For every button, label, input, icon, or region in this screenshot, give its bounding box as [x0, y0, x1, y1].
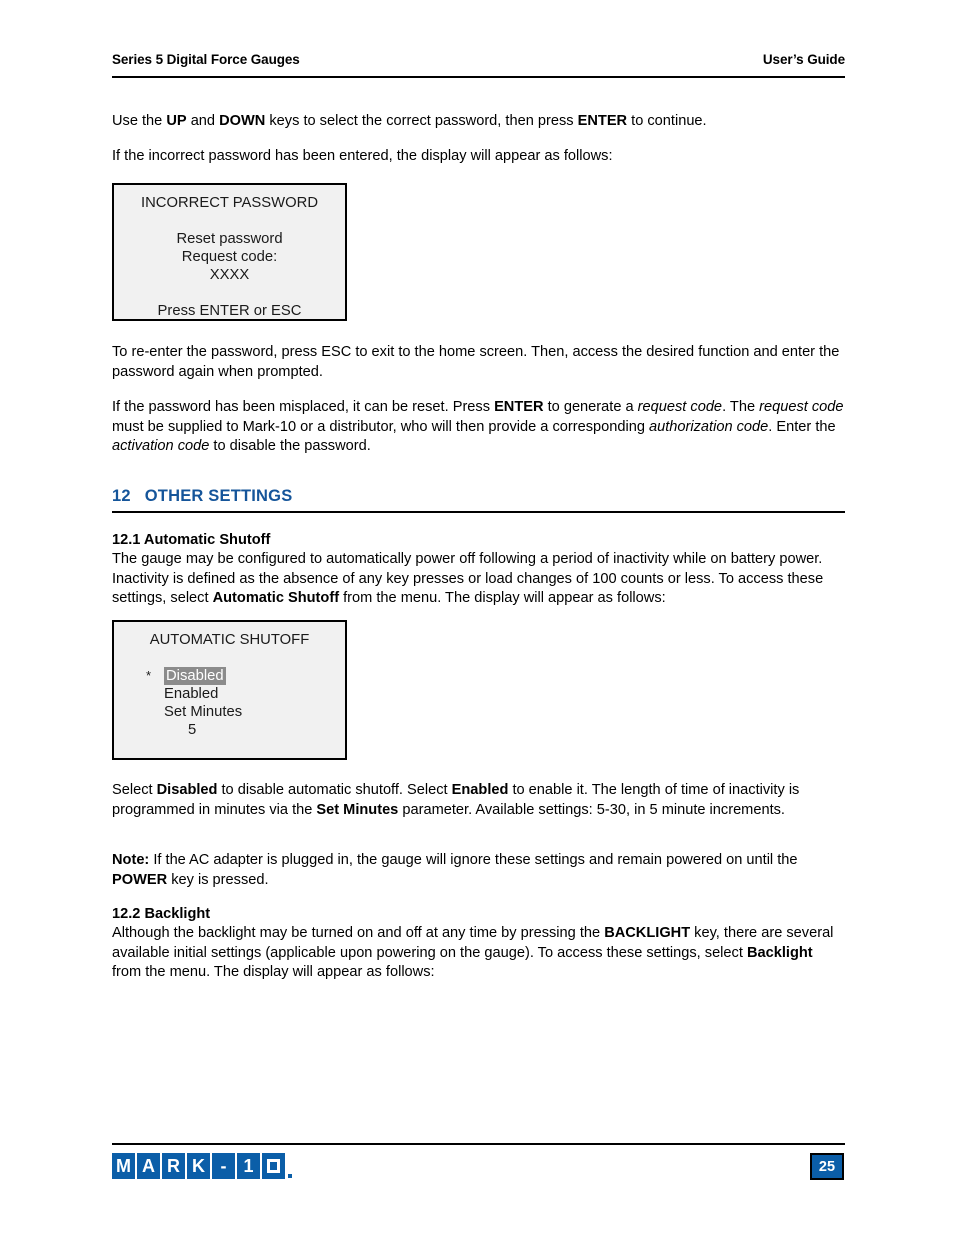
key-enter: ENTER — [494, 399, 544, 415]
paragraph-up-down-keys: Use the UP and DOWN keys to select the c… — [112, 112, 845, 132]
text-run: Select — [112, 782, 157, 798]
lcd-line-reset-password: Reset password — [176, 231, 283, 247]
text-run: to generate a — [543, 399, 638, 415]
lcd-option-set-minutes[interactable]: Set Minutes — [164, 703, 242, 721]
text-run: must be supplied to Mark-10 or a distrib… — [112, 418, 650, 435]
option-disabled: Disabled — [156, 782, 218, 798]
text-run: to disable automatic shutoff. Select — [217, 782, 452, 798]
note-label: Note: — [112, 852, 150, 868]
registered-mark-icon — [288, 1174, 292, 1178]
section-heading-12: 12 OTHER SETTINGS — [112, 487, 845, 506]
logo-digit-one: 1 — [237, 1153, 260, 1179]
logo-letter-m: M — [112, 1153, 135, 1179]
lcd-spacer — [114, 284, 345, 302]
header-left-title: Series 5 Digital Force Gauges — [112, 52, 300, 67]
key-enter: ENTER — [577, 113, 628, 129]
term-authorization-code: authorization code — [649, 418, 769, 435]
key-power: POWER — [112, 871, 168, 888]
paragraph-backlight-intro: Although the backlight may be turned on … — [112, 924, 845, 983]
footer-divider — [112, 1143, 845, 1145]
text-run: . The — [722, 399, 760, 415]
paragraph-password-reset: If the password has been misplaced, it c… — [112, 398, 845, 457]
text-run: keys to select the correct password, the… — [265, 113, 578, 129]
logo-digit-zero: 0 — [262, 1153, 285, 1179]
subsection-heading-12-1: 12.1 Automatic Shutoff — [112, 532, 271, 548]
lcd-line-code-value: XXXX — [209, 267, 250, 283]
text-run: If the AC adapter is plugged in, the gau… — [149, 852, 798, 868]
key-down: DOWN — [219, 113, 266, 129]
lcd-option-disabled[interactable]: Disabled — [164, 667, 226, 685]
paragraph-re-enter-password: To re-enter the password, press ESC to e… — [112, 344, 840, 380]
option-set-minutes: Set Minutes — [316, 801, 399, 818]
document-page: Series 5 Digital Force Gauges User’s Gui… — [0, 0, 954, 1235]
lcd-option-row-set-minutes[interactable]: Set Minutes — [146, 703, 345, 721]
lcd-title: AUTOMATIC SHUTOFF — [149, 632, 310, 648]
paragraph-automatic-shutoff-intro: The gauge may be configured to automatic… — [112, 550, 845, 609]
text-run: and — [186, 113, 220, 129]
logo-letter-a: A — [137, 1153, 160, 1179]
subsection-heading-12-2: 12.2 Backlight — [112, 906, 211, 922]
lcd-option-row-disabled[interactable]: * Disabled — [146, 667, 345, 685]
logo-hyphen: - — [212, 1153, 235, 1179]
running-header: Series 5 Digital Force Gauges User’s Gui… — [112, 52, 845, 67]
header-right-title: User’s Guide — [762, 52, 845, 67]
lcd-title: INCORRECT PASSWORD — [140, 195, 319, 211]
lcd-set-minutes-value[interactable]: 5 — [146, 721, 345, 739]
logo-letter-k: K — [187, 1153, 210, 1179]
text-run: from the menu. The display will appear a… — [112, 964, 435, 980]
section-title: OTHER SETTINGS — [144, 487, 293, 505]
menu-automatic-shutoff: Automatic Shutoff — [212, 590, 340, 606]
lcd-option-list: * Disabled Enabled Set Minutes 5 — [114, 667, 345, 739]
term-request-code: request code — [759, 399, 844, 415]
lcd-option-row-enabled[interactable]: Enabled — [146, 685, 345, 703]
section-heading-divider — [112, 511, 845, 513]
text-run: parameter. Available settings: 5-30, in … — [398, 801, 785, 818]
lcd-incorrect-password: INCORRECT PASSWORD Reset password Reques… — [112, 183, 347, 321]
header-divider — [112, 76, 845, 78]
page-number-badge: 25 — [810, 1153, 844, 1180]
active-selection-asterisk: * — [146, 668, 152, 683]
lcd-option-enabled[interactable]: Enabled — [164, 685, 218, 703]
lcd-line-press-enter-esc: Press ENTER or ESC — [157, 303, 302, 319]
term-activation-code: activation code — [112, 438, 210, 454]
option-enabled: Enabled — [451, 782, 509, 798]
lcd-automatic-shutoff: AUTOMATIC SHUTOFF * Disabled Enabled Set… — [112, 620, 347, 760]
logo-letter-r: R — [162, 1153, 185, 1179]
menu-backlight: Backlight — [746, 944, 813, 961]
text-run: to continue. — [627, 113, 707, 129]
lcd-spacer — [114, 649, 345, 667]
text-run: key is pressed. — [167, 871, 269, 888]
text-run: to disable the password. — [209, 438, 371, 454]
mark-10-logo: M A R K - 1 0 — [112, 1153, 292, 1179]
term-request-code: request code — [637, 399, 723, 415]
text-run: Use the — [112, 113, 167, 129]
section-number: 12 — [112, 487, 131, 505]
key-up: UP — [166, 113, 187, 129]
key-backlight: BACKLIGHT — [604, 925, 691, 941]
lcd-spacer — [114, 212, 345, 230]
paragraph-shutoff-options: Select Disabled to disable automatic shu… — [112, 781, 845, 820]
text-run: If the password has been misplaced, it c… — [112, 399, 495, 415]
paragraph-incorrect-password-intro: If the incorrect password has been enter… — [112, 148, 613, 164]
text-run: from the menu. The display will appear a… — [339, 590, 666, 606]
text-run: Although the backlight may be turned on … — [112, 925, 605, 941]
text-run: . Enter the — [768, 418, 836, 435]
paragraph-ac-adapter-note: Note: If the AC adapter is plugged in, t… — [112, 851, 845, 890]
lcd-line-request-code: Request code: — [181, 249, 278, 265]
